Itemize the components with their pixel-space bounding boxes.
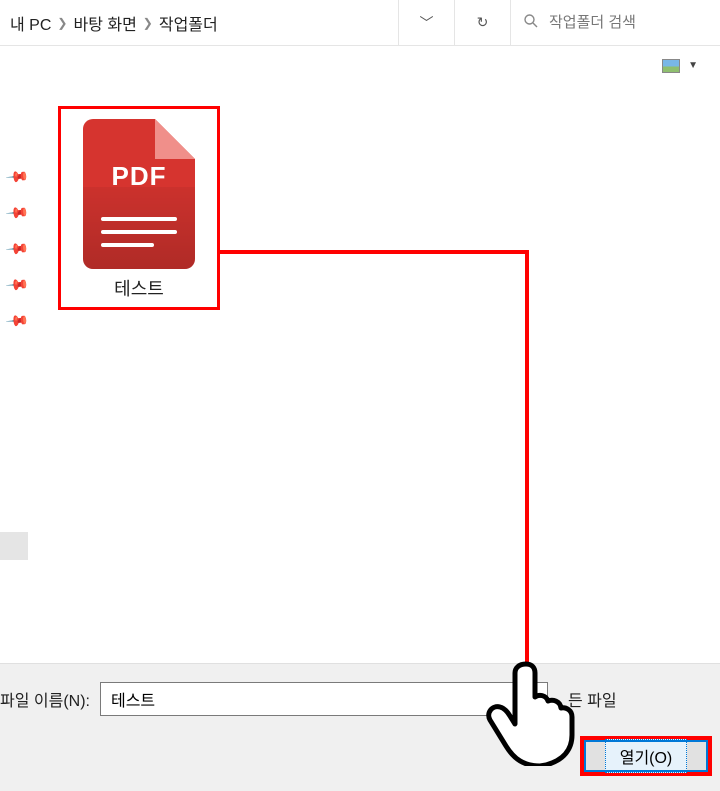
open-button[interactable]: 열기(O) — [580, 736, 712, 776]
sidebar-selection-highlight — [0, 532, 28, 560]
pin-icon: 📌 — [4, 200, 30, 226]
file-item-pdf[interactable]: PDF 테스트 — [58, 106, 220, 310]
filename-row: 파일 이름(N): 든 파일 — [0, 664, 720, 716]
annotation-line — [219, 250, 529, 254]
filename-input[interactable] — [100, 682, 548, 716]
view-mode-button[interactable]: ▼ — [662, 59, 698, 73]
pin-icon: 📌 — [4, 272, 30, 298]
breadcrumb-history-button[interactable]: ﹀ — [398, 0, 454, 45]
file-list-area[interactable]: PDF 테스트 — [34, 86, 720, 662]
pdf-badge-text: PDF — [83, 161, 195, 192]
image-thumb-icon — [662, 59, 680, 73]
pin-icon: 📌 — [4, 164, 30, 190]
caret-down-icon: ▼ — [688, 60, 698, 71]
pin-icon: 📌 — [4, 236, 30, 262]
pdf-file-icon: PDF — [83, 119, 195, 269]
breadcrumb[interactable]: 내 PC ❯ 바탕 화면 ❯ 작업폴더 — [0, 0, 398, 45]
chevron-right-icon: ❯ — [57, 16, 67, 30]
file-type-filter-label: 든 파일 — [568, 687, 617, 711]
refresh-button[interactable]: ↻ — [454, 0, 510, 45]
dialog-buttons: 열기(O) — [0, 716, 720, 776]
chevron-right-icon: ❯ — [143, 16, 153, 30]
pin-icon: 📌 — [4, 308, 30, 334]
filename-label: 파일 이름(N): — [0, 687, 90, 711]
open-dialog-footer: 파일 이름(N): 든 파일 열기(O) — [0, 663, 720, 791]
open-button-label: 열기(O) — [605, 739, 688, 773]
file-type-filter[interactable]: 든 파일 — [558, 682, 712, 716]
breadcrumb-part[interactable]: 바탕 화면 — [73, 11, 136, 35]
chevron-down-icon: ﹀ — [420, 13, 434, 33]
file-browser-main: 📌 📌 📌 📌 📌 PDF 테스트 — [0, 86, 720, 662]
file-name-label: 테스트 — [61, 275, 217, 301]
search-icon — [523, 13, 539, 32]
refresh-icon: ↻ — [477, 14, 489, 31]
search-input[interactable] — [549, 14, 708, 31]
quick-access-sidebar: 📌 📌 📌 📌 📌 — [0, 86, 34, 662]
view-toolbar: ▼ — [0, 46, 720, 86]
breadcrumb-part[interactable]: 작업폴더 — [159, 11, 218, 35]
search-box[interactable] — [510, 0, 720, 45]
breadcrumb-part[interactable]: 내 PC — [10, 11, 51, 35]
annotation-line — [525, 250, 529, 730]
address-toolbar: 내 PC ❯ 바탕 화면 ❯ 작업폴더 ﹀ ↻ — [0, 0, 720, 46]
